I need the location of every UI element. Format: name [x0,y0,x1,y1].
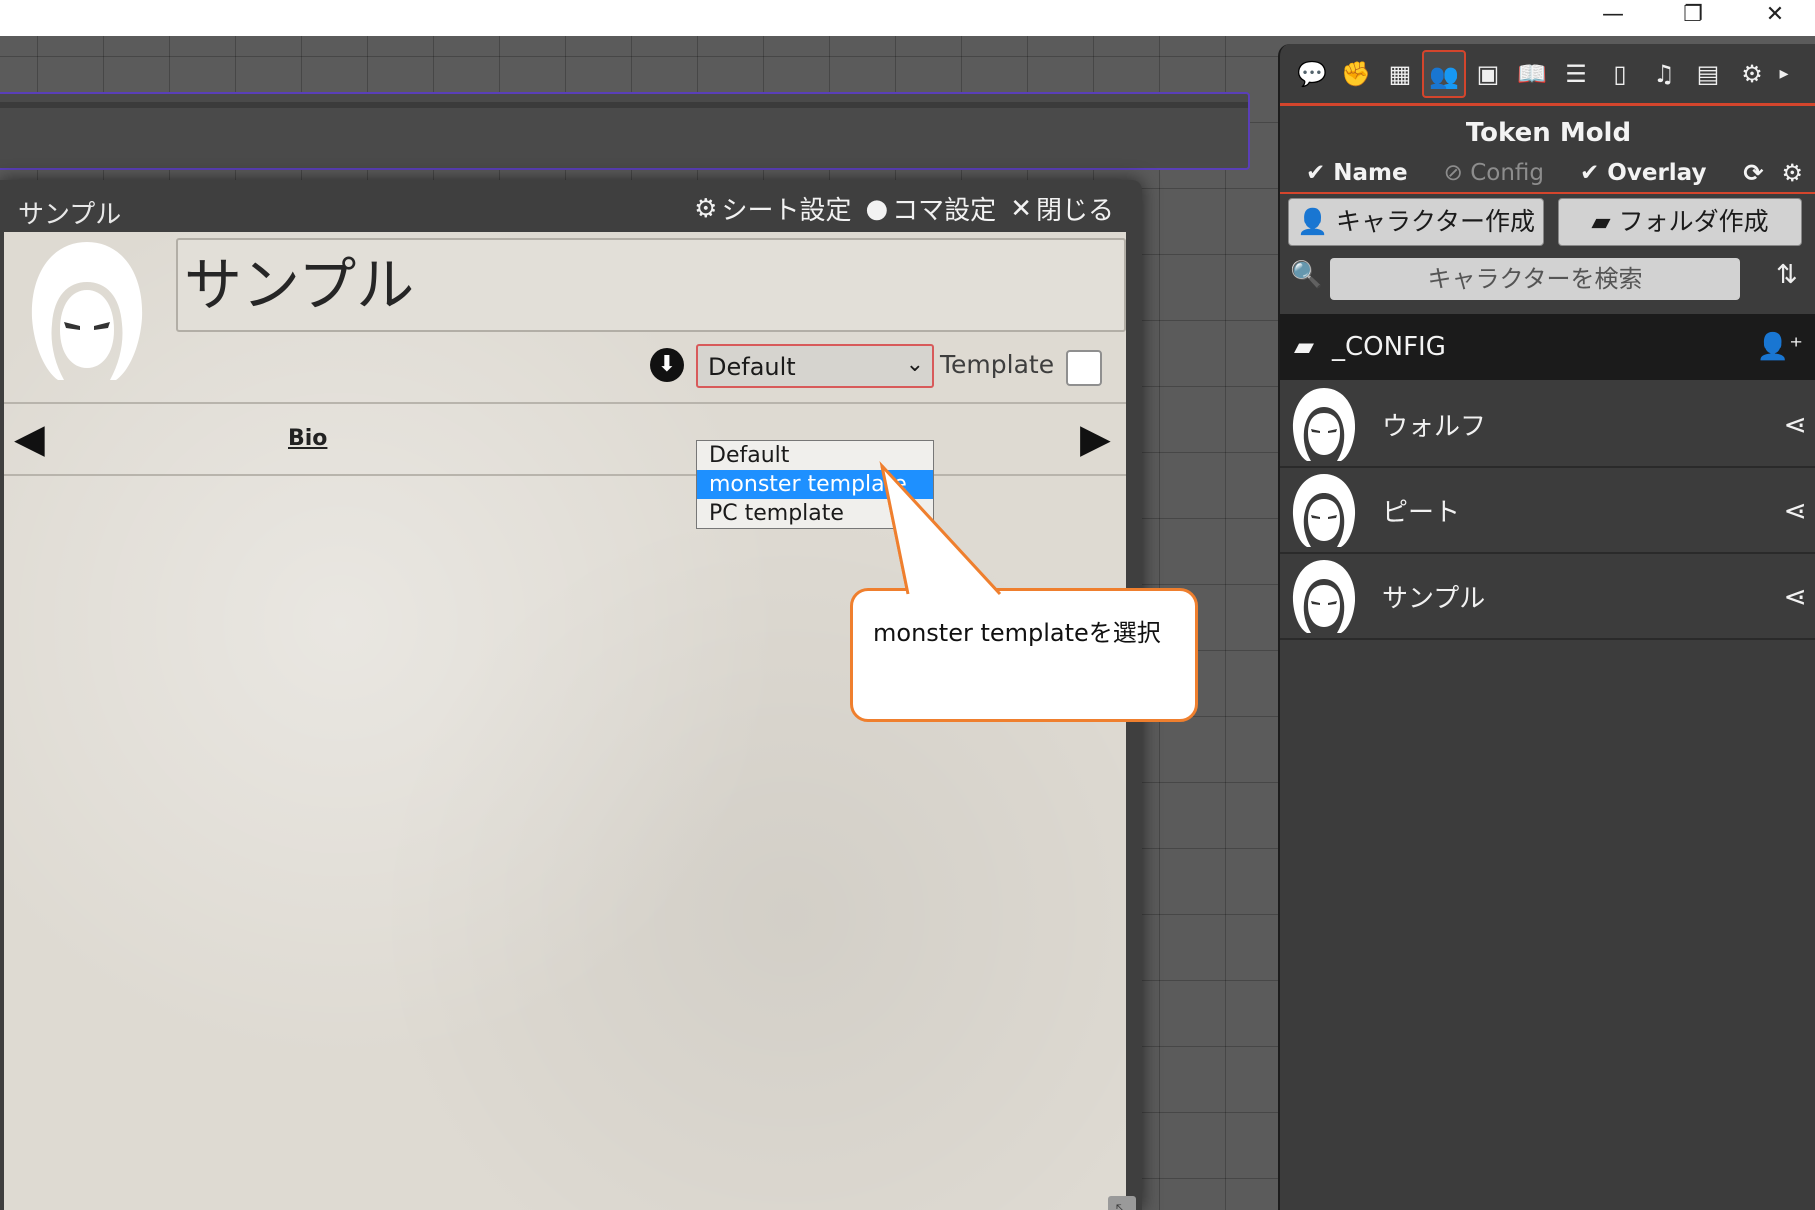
resize-handle-icon[interactable]: ⤡ [1108,1196,1136,1210]
close-window-button[interactable]: ✕ [1746,0,1804,36]
cards-icon[interactable]: ▯ [1598,50,1642,98]
folder-icon: ▰ [1294,332,1314,362]
hooded-avatar-icon [1292,474,1356,547]
character-name: ピート [1382,497,1461,528]
tables-icon[interactable]: ☰ [1554,50,1598,98]
items-icon[interactable]: ▣ [1466,50,1510,98]
journal-icon[interactable]: 📖 [1510,50,1554,98]
folder-name: _CONFIG [1332,332,1446,362]
close-dialog-button[interactable]: ✕ 閉じる [1010,190,1114,227]
sheet-settings-button[interactable]: ⚙ シート設定 [694,190,851,227]
folder-row[interactable]: ▰ _CONFIG 👤⁺ [1280,314,1815,380]
toggle-name[interactable]: ✔ Name [1306,160,1408,186]
character-row[interactable]: ピート ⋖ [1280,468,1815,554]
minimize-button[interactable]: — [1584,0,1642,36]
folder-icon: ▰ [1591,207,1611,236]
sort-icon[interactable]: ⇅ [1776,260,1798,290]
character-row[interactable]: ウォルフ ⋖ [1280,382,1815,468]
create-folder-button[interactable]: ▰ フォルダ作成 [1558,198,1802,246]
sidebar-tab-bar: 💬 ✊ ▦ 👥 ▣ 📖 ☰ ▯ ♫ ▤ ⚙ ▸ [1280,44,1815,106]
scenes-icon[interactable]: ▦ [1378,50,1422,98]
character-name: サンプル [1382,583,1486,614]
chat-icon[interactable]: 💬 [1290,50,1334,98]
dialog-actions: ⚙ シート設定 ● コマ設定 ✕ 閉じる [694,190,1114,227]
chevron-down-icon: ⌄ [905,352,924,377]
compendium-icon[interactable]: ▤ [1686,50,1730,98]
template-select[interactable]: Default ⌄ [696,344,934,388]
toggle-name-label: Name [1333,160,1408,186]
close-icon: ✕ [1010,193,1032,224]
collapse-arrow-icon[interactable]: ▸ [1774,50,1794,98]
close-label: 閉じる [1035,196,1114,226]
create-character-label: キャラクター作成 [1336,207,1536,236]
toggle-overlay[interactable]: ✔ Overlay [1580,160,1706,186]
toggle-overlay-label: Overlay [1607,160,1707,186]
user-icon: 👤 [1296,207,1329,236]
actors-icon[interactable]: 👥 [1422,49,1466,98]
character-name-field[interactable]: サンプル [176,238,1126,332]
callout-pointer-cover [880,464,1002,596]
tab-bio[interactable]: Bio [288,426,327,451]
tab-next-arrow-icon[interactable]: ▶ [1080,416,1111,462]
settings-icon[interactable]: ⚙ [1730,50,1774,98]
music-icon[interactable]: ♫ [1642,50,1686,98]
share-icon[interactable]: ⋖ [1784,408,1807,441]
selected-map-object[interactable] [0,92,1250,170]
template-select-value: Default [708,353,796,381]
window-titlebar: — ❐ ✕ [0,0,1815,36]
right-sidebar: 💬 ✊ ▦ 👥 ▣ 📖 ☰ ▯ ♫ ▤ ⚙ ▸ Token Mold ✔ Nam… [1278,44,1815,1210]
user-circle-icon: ● [865,193,889,224]
callout-text: monster templateを選択 [873,619,1161,647]
callout-bubble: monster templateを選択 [850,588,1198,722]
hooded-avatar-icon [1292,388,1356,461]
create-character-button[interactable]: 👤 キャラクター作成 [1288,198,1544,246]
toggle-config-label: Config [1470,160,1545,186]
refresh-icon[interactable]: ⟳ [1743,159,1763,187]
share-icon[interactable]: ⋖ [1784,494,1807,527]
gear-icon[interactable]: ⚙ [1781,159,1803,187]
dialog-title: サンプル [18,200,122,230]
character-row[interactable]: サンプル ⋖ [1280,554,1815,640]
token-settings-button[interactable]: ● コマ設定 [865,190,996,227]
sheet-settings-label: シート設定 [721,196,852,226]
search-icon: 🔍 [1290,260,1323,290]
hooded-avatar-icon[interactable] [24,238,150,384]
combat-icon[interactable]: ✊ [1334,50,1378,98]
template-checkbox[interactable] [1066,350,1102,386]
restore-button[interactable]: ❐ [1664,0,1722,36]
token-mold-toggles: ✔ Name ⊘ Config ✔ Overlay ⟳ ⚙ [1280,154,1815,194]
character-name: ウォルフ [1382,411,1487,442]
search-input[interactable]: キャラクターを検索 [1330,258,1740,300]
toggle-config[interactable]: ⊘ Config [1444,160,1544,186]
hooded-avatar-icon [1292,560,1356,633]
token-mold-actions: ⟳ ⚙ [1743,159,1803,187]
share-icon[interactable]: ⋖ [1784,580,1807,613]
token-settings-label: コマ設定 [892,196,997,226]
create-folder-label: フォルダ作成 [1618,207,1769,236]
token-mold-title: Token Mold [1465,118,1632,148]
download-icon[interactable]: ⬇ [650,348,684,382]
gear-icon: ⚙ [694,193,718,224]
template-label: Template [940,350,1055,379]
tab-prev-arrow-icon[interactable]: ◀ [14,416,45,462]
add-user-icon[interactable]: 👤⁺ [1757,332,1803,362]
